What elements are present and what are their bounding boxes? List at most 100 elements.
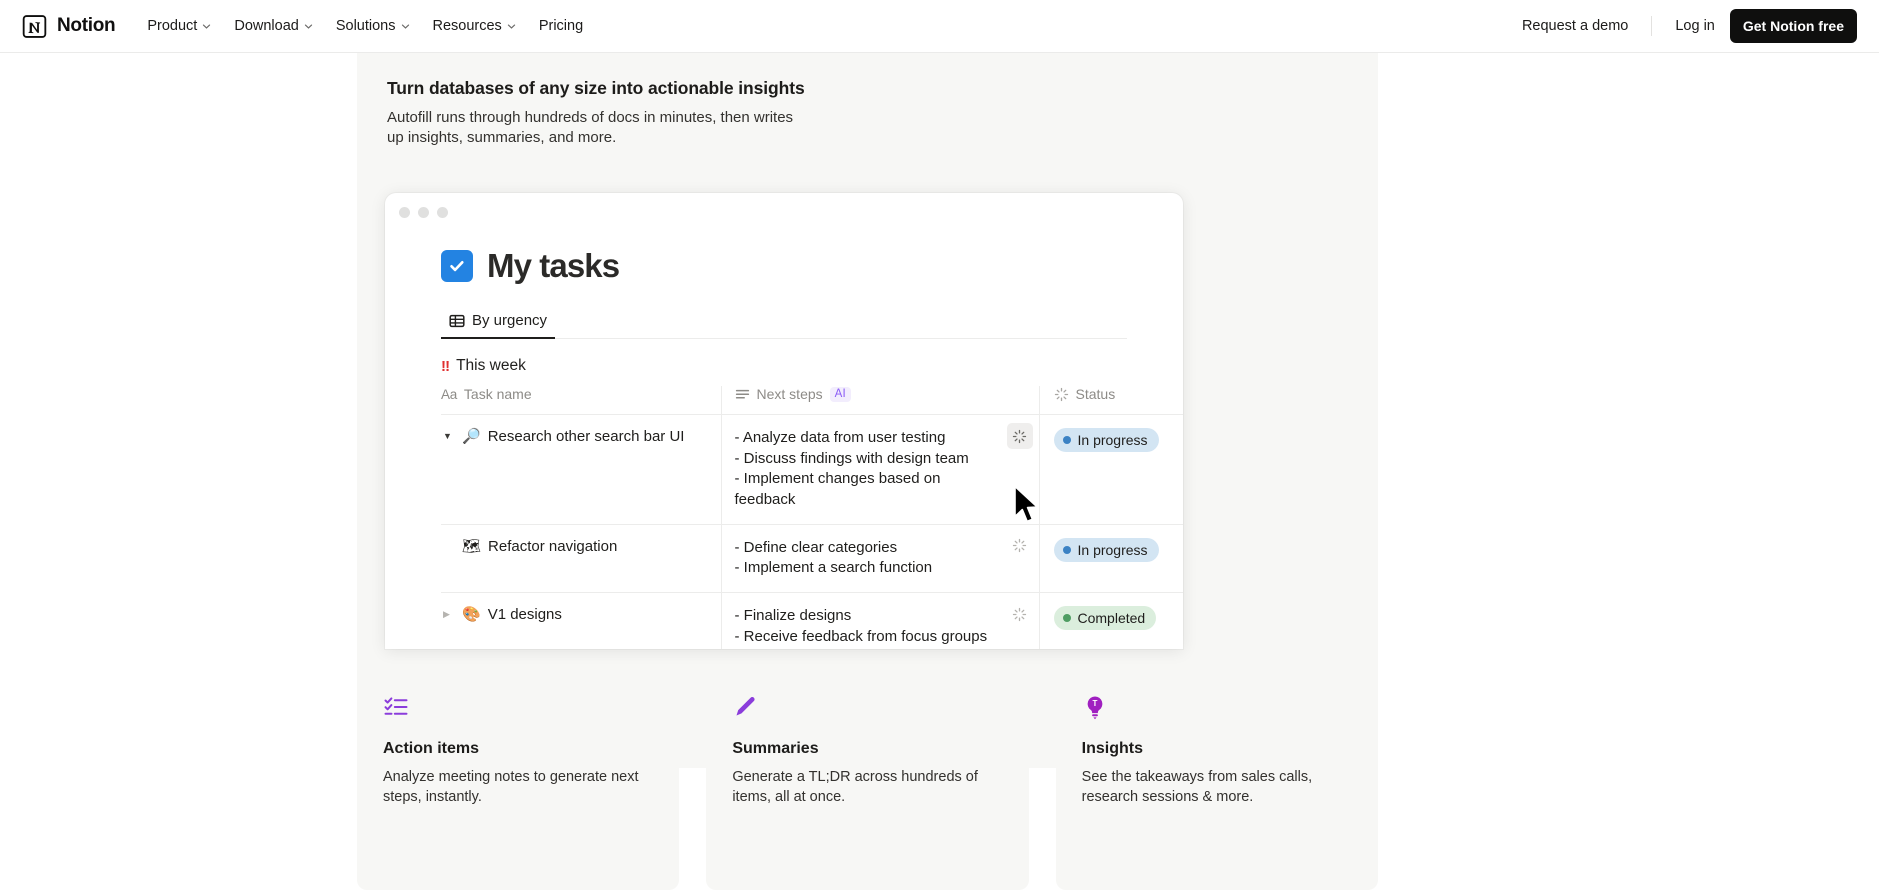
table-row[interactable]: ▼ 🔎 Research other search bar UI - Analy… — [441, 415, 1183, 525]
column-header-status-label: Status — [1076, 386, 1116, 402]
feature-card-title: Action items — [383, 740, 653, 758]
nav-item-solutions[interactable]: Solutions — [326, 11, 420, 41]
feature-card-summaries[interactable]: Summaries Generate a TL;DR across hundre… — [706, 668, 1028, 890]
brand-home-link[interactable]: Notion — [22, 14, 115, 39]
feature-card-action-items[interactable]: Action items Analyze meeting notes to ge… — [357, 668, 679, 890]
row-toggle-collapsed-icon[interactable]: ▶ — [443, 610, 455, 619]
cell-status[interactable]: Completed — [1039, 593, 1183, 649]
page-title: Turn databases of any size into actionab… — [387, 78, 1348, 99]
nav-item-product-label: Product — [147, 18, 197, 34]
sparkle-icon — [1012, 429, 1027, 444]
feature-panel-header: Turn databases of any size into actionab… — [357, 53, 1378, 149]
cell-status[interactable]: In progress — [1039, 415, 1183, 525]
ai-badge: AI — [830, 387, 851, 402]
database-title-row: My tasks — [441, 249, 1127, 282]
task-name-text: V1 designs — [488, 606, 562, 623]
task-emoji-palette-icon: 🎨 — [462, 607, 481, 622]
table-grid-icon — [449, 313, 465, 329]
database-title: My tasks — [487, 249, 619, 282]
window-maximize-dot[interactable] — [437, 207, 448, 218]
cell-task-name[interactable]: ▶ 🎨 V1 designs — [441, 593, 721, 649]
group-header-this-week[interactable]: ‼ This week — [441, 357, 1127, 375]
cell-task-name[interactable]: ▼ 🔎 Research other search bar UI — [441, 415, 721, 525]
status-badge-label: Completed — [1078, 610, 1146, 626]
nav-item-product[interactable]: Product — [137, 11, 221, 41]
get-notion-free-button[interactable]: Get Notion free — [1730, 9, 1857, 43]
next-step-line: - Discuss findings with design team — [735, 449, 999, 470]
column-header-next-steps[interactable]: Next steps AI — [721, 386, 1039, 415]
svg-text:T: T — [1092, 699, 1097, 708]
feature-card-description: Analyze meeting notes to generate next s… — [383, 767, 653, 807]
status-badge-label: In progress — [1078, 542, 1148, 558]
nav-links: Product Download Solutions Resources Pri… — [137, 11, 593, 41]
cell-task-name[interactable]: ▶ 🗺 Refactor navigation — [441, 524, 721, 592]
status-badge[interactable]: In progress — [1054, 428, 1159, 452]
tasks-table-header: Aa Task name Next steps AI — [441, 386, 1183, 415]
cell-status[interactable]: In progress — [1039, 524, 1183, 592]
task-name-text: Refactor navigation — [488, 538, 617, 555]
chevron-down-icon — [401, 22, 410, 31]
feature-card-insights[interactable]: T Insights See the takeaways from sales … — [1056, 668, 1378, 890]
ai-autofill-button[interactable] — [1007, 533, 1033, 559]
tab-by-urgency-label: By urgency — [472, 312, 547, 329]
table-row[interactable]: ▶ 🎨 V1 designs - Finalize designs - Rece… — [441, 593, 1183, 649]
page-body: Turn databases of any size into actionab… — [0, 53, 1879, 890]
pencil-icon — [732, 692, 1002, 722]
nav-item-pricing[interactable]: Pricing — [529, 11, 593, 41]
nav-item-download-label: Download — [234, 18, 299, 34]
cell-next-steps[interactable]: - Finalize designs - Receive feedback fr… — [721, 593, 1039, 649]
top-navbar: Notion Product Download Solutions Resour… — [0, 0, 1879, 53]
ai-autofill-button[interactable] — [1007, 601, 1033, 627]
column-header-task-name[interactable]: Aa Task name — [441, 386, 721, 415]
chevron-down-icon — [507, 22, 516, 31]
text-type-icon: Aa — [441, 387, 457, 402]
lightbulb-icon: T — [1082, 692, 1352, 722]
app-mock-window: My tasks By urgency ‼ This week — [385, 193, 1183, 649]
group-header-label: This week — [456, 357, 526, 375]
nav-item-pricing-label: Pricing — [539, 18, 583, 34]
row-toggle-expanded-icon[interactable]: ▼ — [443, 432, 455, 441]
chevron-down-icon — [304, 22, 313, 31]
window-close-dot[interactable] — [399, 207, 410, 218]
task-emoji-magnifier-icon: 🔎 — [462, 429, 481, 444]
sparkle-icon — [1054, 387, 1069, 402]
double-exclamation-icon: ‼ — [441, 358, 449, 375]
window-minimize-dot[interactable] — [418, 207, 429, 218]
nav-item-download[interactable]: Download — [224, 11, 323, 41]
column-header-next-steps-label: Next steps — [757, 386, 823, 402]
ai-autofill-button[interactable] — [1007, 423, 1033, 449]
text-lines-icon — [735, 387, 750, 402]
log-in-link[interactable]: Log in — [1664, 11, 1726, 41]
page-subtitle: Autofill runs through hundreds of docs i… — [387, 108, 807, 149]
nav-divider — [1651, 16, 1652, 36]
nav-item-solutions-label: Solutions — [336, 18, 396, 34]
status-badge-label: In progress — [1078, 432, 1148, 448]
column-header-status[interactable]: Status — [1039, 386, 1183, 415]
status-badge[interactable]: Completed — [1054, 606, 1157, 630]
chevron-down-icon — [202, 22, 211, 31]
view-tabs: By urgency — [441, 308, 1127, 339]
mock-content: My tasks By urgency ‼ This week — [385, 218, 1183, 649]
feature-card-description: See the takeaways from sales calls, rese… — [1082, 767, 1352, 807]
nav-right-group: Request a demo Log in Get Notion free — [1511, 9, 1857, 43]
next-step-line: - Implement changes based on feedback — [735, 469, 999, 510]
request-demo-link[interactable]: Request a demo — [1511, 11, 1639, 41]
nav-item-resources-label: Resources — [433, 18, 502, 34]
next-step-line: - Define clear categories — [735, 538, 999, 559]
status-badge[interactable]: In progress — [1054, 538, 1159, 562]
status-dot-icon — [1063, 614, 1071, 622]
checklist-icon — [383, 692, 653, 722]
table-header-row: Aa Task name Next steps AI — [441, 386, 1183, 415]
table-row[interactable]: ▶ 🗺 Refactor navigation - Define clear c… — [441, 524, 1183, 592]
checkbox-checked-icon — [441, 250, 473, 282]
feature-card-description: Generate a TL;DR across hundreds of item… — [732, 767, 1002, 807]
tab-by-urgency[interactable]: By urgency — [441, 308, 555, 339]
brand-name: Notion — [57, 15, 115, 37]
nav-item-resources[interactable]: Resources — [423, 11, 526, 41]
column-header-task-name-label: Task name — [464, 386, 532, 402]
cell-next-steps[interactable]: - Define clear categories - Implement a … — [721, 524, 1039, 592]
cell-next-steps[interactable]: - Analyze data from user testing - Discu… — [721, 415, 1039, 525]
status-dot-icon — [1063, 436, 1071, 444]
status-dot-icon — [1063, 546, 1071, 554]
next-step-line: - Receive feedback from focus groups — [735, 627, 999, 648]
